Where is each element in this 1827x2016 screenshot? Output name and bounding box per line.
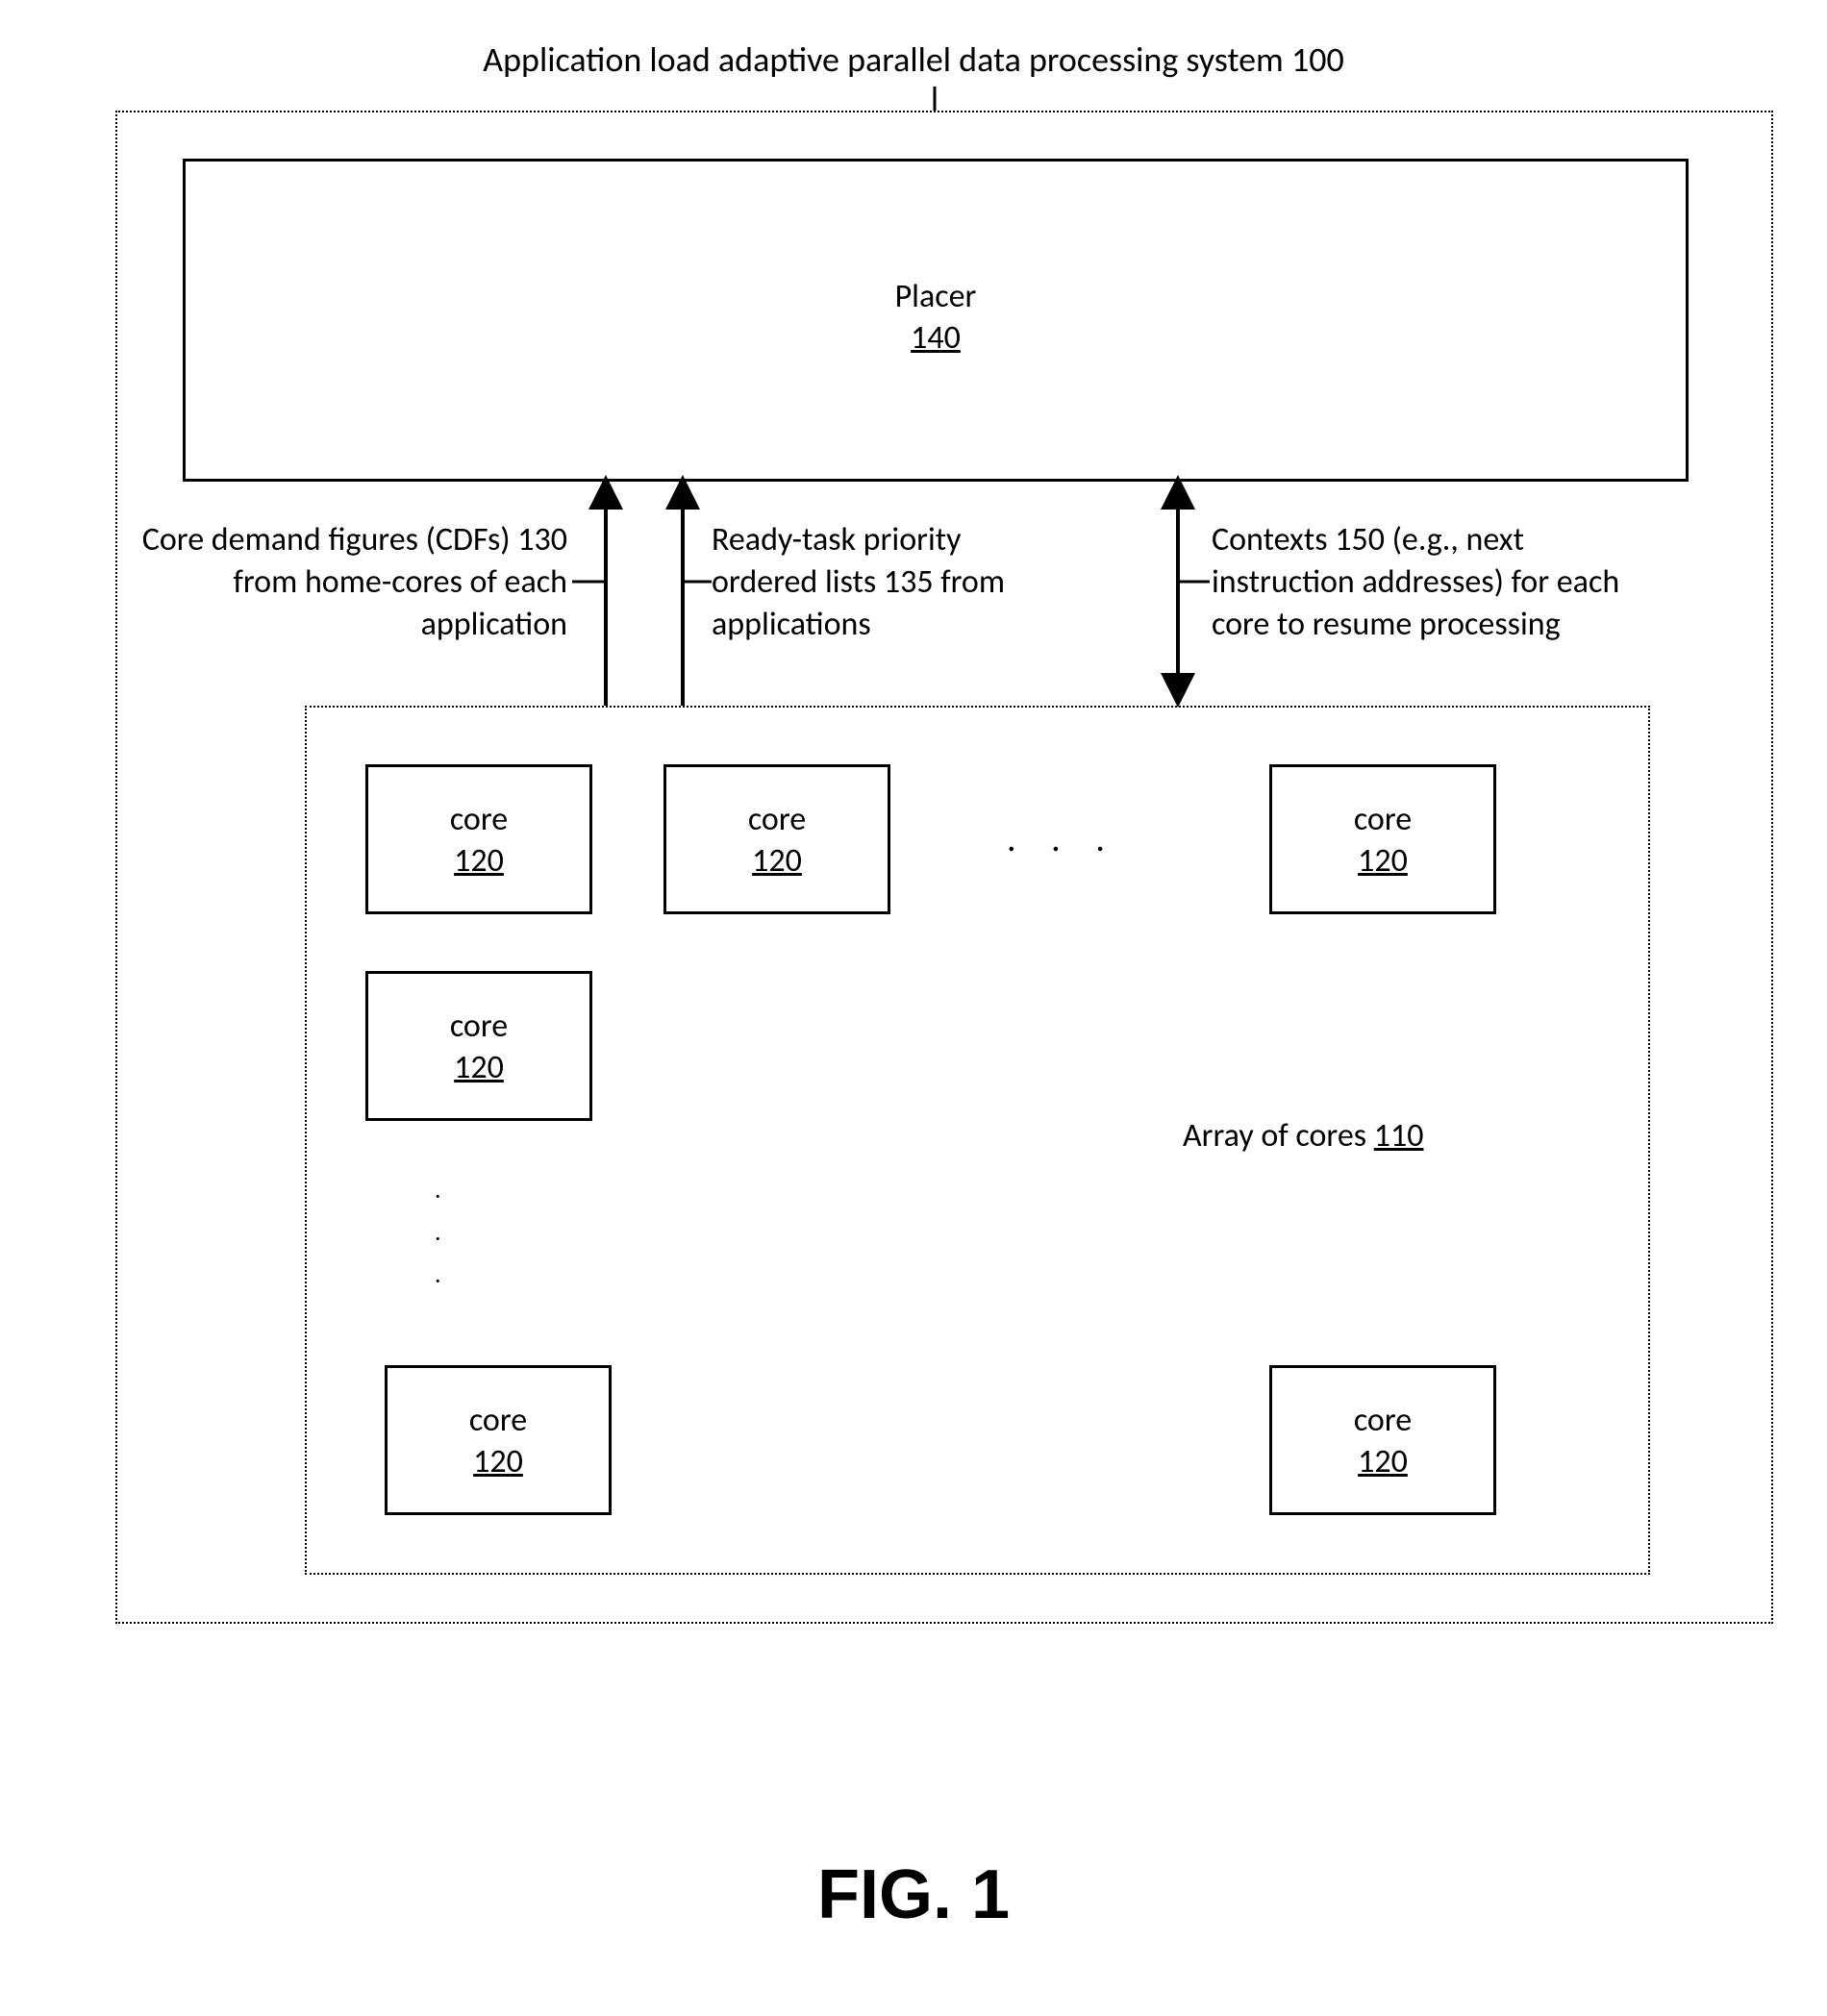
h-ellipsis-icon: . . . xyxy=(1007,817,1118,861)
contexts-label: Contexts 150 (e.g., next instruction add… xyxy=(1212,519,1635,647)
placer-ref: 140 xyxy=(911,318,961,358)
placer-label: Placer 140 xyxy=(186,277,1686,359)
placer-box: Placer 140 xyxy=(183,159,1689,482)
core-label: core 120 xyxy=(1272,800,1493,882)
figure-caption: FIG. 1 xyxy=(0,1855,1827,1934)
core-name: core xyxy=(748,800,806,839)
core-ref: 120 xyxy=(473,1442,523,1481)
core-name: core xyxy=(1354,800,1412,839)
core-ref: 120 xyxy=(752,841,802,881)
core-label: core 120 xyxy=(368,800,589,882)
core-label: core 120 xyxy=(1272,1401,1493,1482)
core-ref: 120 xyxy=(1358,841,1408,881)
core-box-r1c1: core 120 xyxy=(365,764,592,914)
cdf-label: Core demand figures (CDFs) 130 from home… xyxy=(125,519,567,647)
core-name: core xyxy=(469,1401,527,1440)
core-box-r1c3: core 120 xyxy=(1269,764,1496,914)
core-box-r3c1: core 120 xyxy=(385,1365,612,1515)
core-name: core xyxy=(450,1007,508,1046)
system-title: Application load adaptive parallel data … xyxy=(0,38,1827,81)
diagram-page: Application load adaptive parallel data … xyxy=(0,0,1827,2016)
core-label: core 120 xyxy=(388,1401,609,1482)
core-box-r3c2: core 120 xyxy=(1269,1365,1496,1515)
placer-name: Placer xyxy=(895,277,977,316)
core-ref: 120 xyxy=(454,1048,504,1087)
core-ref: 120 xyxy=(1358,1442,1408,1481)
core-box-r2c1: core 120 xyxy=(365,971,592,1121)
core-ref: 120 xyxy=(454,841,504,881)
array-ref: 110 xyxy=(1374,1116,1424,1156)
v-ellipsis-icon: . . . xyxy=(435,1168,441,1296)
core-box-r1c2: core 120 xyxy=(663,764,890,914)
core-label: core 120 xyxy=(368,1007,589,1088)
ready-label: Ready-task priority ordered lists 135 fr… xyxy=(712,519,1067,647)
core-label: core 120 xyxy=(666,800,888,882)
core-name: core xyxy=(450,800,508,839)
core-name: core xyxy=(1354,1401,1412,1440)
array-label: Array of cores 110 xyxy=(1183,1115,1423,1157)
